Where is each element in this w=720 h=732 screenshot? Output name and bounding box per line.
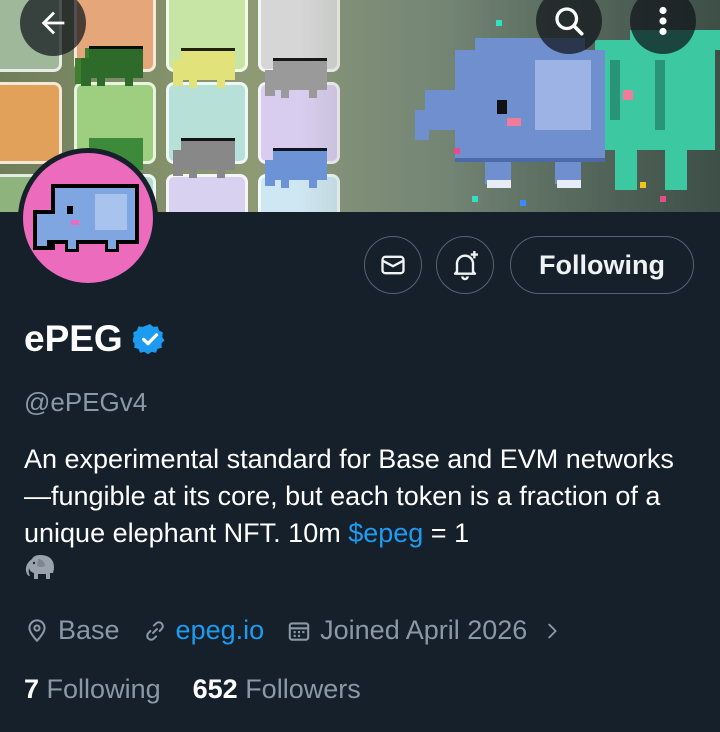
follow-stats: 7 Following 652 Followers xyxy=(24,674,393,705)
website-link[interactable]: epeg.io xyxy=(176,615,265,646)
handle: @ePEGv4 xyxy=(24,387,148,417)
confetti xyxy=(454,148,460,154)
following-count: 7 xyxy=(24,674,40,704)
location: Base xyxy=(24,615,120,646)
arrow-left-icon xyxy=(41,11,65,35)
cashtag-link[interactable]: $epeg xyxy=(348,518,423,548)
bio: An experimental standard for Base and EV… xyxy=(24,441,700,591)
mail-icon xyxy=(381,255,405,275)
message-button[interactable] xyxy=(364,236,422,294)
link-icon xyxy=(145,620,164,641)
avatar[interactable] xyxy=(18,148,158,288)
search-icon xyxy=(555,7,584,36)
location-text: Base xyxy=(58,615,120,645)
bio-suffix: = 1 xyxy=(423,518,470,548)
elephant-avatar-icon xyxy=(33,184,139,252)
following-button[interactable]: Following xyxy=(510,236,694,294)
joined-text: Joined April 2026 xyxy=(320,615,528,645)
confetti xyxy=(472,196,478,202)
followers-label: Followers xyxy=(245,674,361,704)
following-stat[interactable]: 7 Following xyxy=(24,674,161,705)
avatar-image xyxy=(23,153,153,283)
notify-button[interactable] xyxy=(436,236,494,294)
elephant-emoji-icon xyxy=(24,553,56,591)
followers-count: 652 xyxy=(192,674,238,704)
following-label: Following xyxy=(46,674,161,704)
followers-stat[interactable]: 652 Followers xyxy=(193,674,361,705)
display-name: ePEG xyxy=(24,318,123,359)
display-name-row: ePEG xyxy=(24,318,167,360)
bell-plus-icon xyxy=(453,251,478,281)
website[interactable]: epeg.io xyxy=(142,615,265,646)
chevron-right-icon[interactable] xyxy=(541,620,563,642)
more-vertical-icon xyxy=(659,6,667,36)
calendar-icon xyxy=(288,621,310,641)
confetti xyxy=(660,196,666,202)
verified-badge-icon[interactable] xyxy=(132,322,167,356)
confetti xyxy=(496,20,502,26)
confetti xyxy=(520,200,526,206)
joined-date[interactable]: Joined April 2026 xyxy=(286,615,563,646)
location-pin-icon xyxy=(28,618,46,642)
banner-large-elephants xyxy=(415,30,720,190)
confetti xyxy=(640,182,646,188)
profile-meta-row: Base epeg.io Joined April 2026 xyxy=(24,615,585,646)
